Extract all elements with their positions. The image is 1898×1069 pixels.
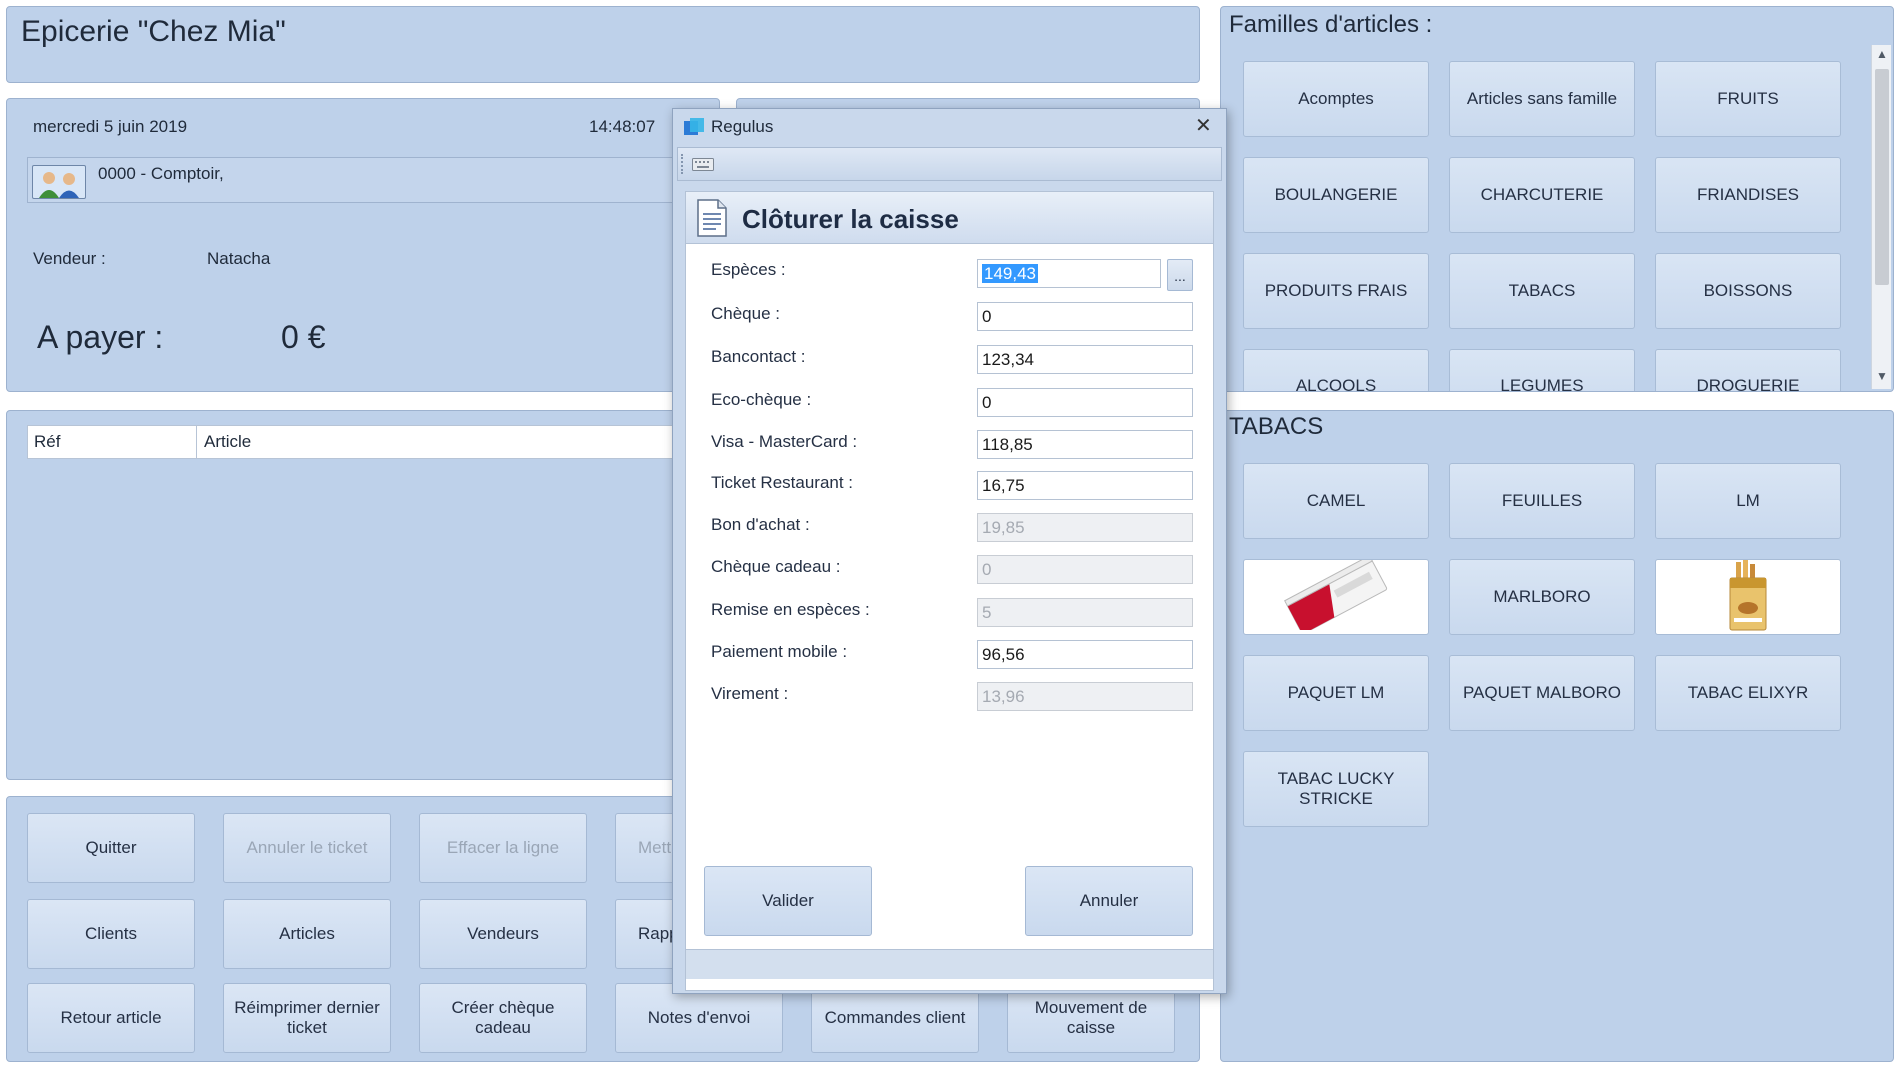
field-label-eco-cheque: Eco-chèque : xyxy=(711,390,812,409)
product-paquet-malboro[interactable]: PAQUET MALBORO xyxy=(1449,655,1635,731)
column-ref[interactable]: Réf xyxy=(34,432,60,452)
product-tabac-elixyr[interactable]: TABAC ELIXYR xyxy=(1655,655,1841,731)
creer-cheque-button[interactable]: Créer chèque cadeau xyxy=(419,983,587,1053)
family-charcuterie[interactable]: CHARCUTERIE xyxy=(1449,157,1635,233)
annuler-ticket-button[interactable]: Annuler le ticket xyxy=(223,813,391,883)
annuler-button[interactable]: Annuler xyxy=(1025,866,1193,936)
family-boissons[interactable]: BOISSONS xyxy=(1655,253,1841,329)
store-title: Epicerie "Chez Mia" xyxy=(21,15,286,48)
field-label-especes: Espèces : xyxy=(711,260,786,279)
scroll-thumb[interactable] xyxy=(1875,69,1889,285)
field-label-cheque: Chèque : xyxy=(711,304,780,323)
eco-cheque-input[interactable]: 0 xyxy=(977,388,1193,417)
families-panel: Familles d'articles : Acomptes Articles … xyxy=(1220,6,1894,392)
dialog-window-title: Regulus xyxy=(711,117,774,136)
family-articles-sans-famille[interactable]: Articles sans famille xyxy=(1449,61,1635,137)
family-alcools[interactable]: ALCOOLS xyxy=(1243,349,1429,391)
field-label-ticket-restaurant: Ticket Restaurant : xyxy=(711,473,854,492)
marlboro-pack-icon xyxy=(1276,560,1396,634)
keyboard-icon[interactable] xyxy=(692,156,714,172)
family-tabacs[interactable]: TABACS xyxy=(1449,253,1635,329)
seller-label: Vendeur : xyxy=(33,249,106,268)
remise-especes-input: 5 xyxy=(977,598,1193,627)
field-label-virement: Virement : xyxy=(711,684,789,703)
quitter-button[interactable]: Quitter xyxy=(27,813,195,883)
product-feuilles[interactable]: FEUILLES xyxy=(1449,463,1635,539)
effacer-ligne-button[interactable]: Effacer la ligne xyxy=(419,813,587,883)
products-panel: TABACS CAMEL FEUILLES LM MARLBORO PAQUET… xyxy=(1220,410,1894,1062)
product-marlboro[interactable]: MARLBORO xyxy=(1449,559,1635,635)
family-acomptes[interactable]: Acomptes xyxy=(1243,61,1429,137)
bon-achat-input: 19,85 xyxy=(977,513,1193,542)
product-camel-image[interactable] xyxy=(1655,559,1841,635)
especes-value: 149,43 xyxy=(982,264,1038,283)
family-friandises[interactable]: FRIANDISES xyxy=(1655,157,1841,233)
field-label-visa-mastercard: Visa - MasterCard : xyxy=(711,432,858,451)
vendeurs-button[interactable]: Vendeurs xyxy=(419,899,587,969)
seller-name: Natacha xyxy=(207,249,271,268)
family-boulangerie[interactable]: BOULANGERIE xyxy=(1243,157,1429,233)
cheque-input[interactable]: 0 xyxy=(977,302,1193,331)
close-register-dialog: Regulus ✕ Clôturer la caisse xyxy=(672,108,1227,994)
visa-mastercard-input[interactable]: 118,85 xyxy=(977,430,1193,459)
especes-input[interactable]: 149,43 xyxy=(977,259,1161,288)
cheque-cadeau-input: 0 xyxy=(977,555,1193,584)
articles-button[interactable]: Articles xyxy=(223,899,391,969)
session-time: 14:48:07 xyxy=(589,117,656,136)
close-icon[interactable]: ✕ xyxy=(1195,113,1212,138)
document-icon xyxy=(696,198,728,238)
camel-pack-icon xyxy=(1718,560,1778,634)
product-lm[interactable]: LM xyxy=(1655,463,1841,539)
product-tabac-lucky-stricke[interactable]: TABAC LUCKY STRICKE xyxy=(1243,751,1429,827)
families-grid: Acomptes Articles sans famille FRUITS BO… xyxy=(1221,7,1871,391)
ticket-restaurant-input[interactable]: 16,75 xyxy=(977,471,1193,500)
paiement-mobile-input[interactable]: 96,56 xyxy=(977,640,1193,669)
bancontact-input[interactable]: 123,34 xyxy=(977,345,1193,374)
virement-input: 13,96 xyxy=(977,682,1193,711)
products-title: TABACS xyxy=(1229,413,1324,440)
field-label-bancontact: Bancontact : xyxy=(711,347,806,366)
retour-article-button[interactable]: Retour article xyxy=(27,983,195,1053)
store-title-panel: Epicerie "Chez Mia" xyxy=(6,6,1200,83)
amount-label: A payer : xyxy=(37,319,164,355)
toolbar-grip[interactable] xyxy=(681,154,684,174)
family-produits-frais[interactable]: PRODUITS FRAIS xyxy=(1243,253,1429,329)
session-date: mercredi 5 juin 2019 xyxy=(33,117,188,136)
dialog-header: Clôturer la caisse xyxy=(686,192,1213,244)
scroll-down-arrow-icon[interactable]: ▼ xyxy=(1872,369,1892,387)
scroll-up-arrow-icon[interactable]: ▲ xyxy=(1872,47,1892,65)
family-droguerie[interactable]: DROGUERIE xyxy=(1655,349,1841,391)
family-legumes[interactable]: LEGUMES xyxy=(1449,349,1635,391)
field-label-cheque-cadeau: Chèque cadeau : xyxy=(711,557,841,576)
dialog-titlebar[interactable]: Regulus ✕ xyxy=(673,109,1226,145)
field-label-remise-especes: Remise en espèces : xyxy=(711,600,870,619)
app-icon xyxy=(683,117,705,137)
dialog-heading: Clôturer la caisse xyxy=(742,204,959,234)
clients-button[interactable]: Clients xyxy=(27,899,195,969)
dialog-status-strip xyxy=(686,949,1213,979)
family-fruits[interactable]: FRUITS xyxy=(1655,61,1841,137)
column-article[interactable]: Article xyxy=(204,432,251,452)
product-marlboro-image[interactable] xyxy=(1243,559,1429,635)
especes-more-button[interactable]: ... xyxy=(1167,259,1193,291)
dialog-toolbar xyxy=(677,147,1222,181)
reimprimer-button[interactable]: Réimprimer dernier ticket xyxy=(223,983,391,1053)
product-camel[interactable]: CAMEL xyxy=(1243,463,1429,539)
amount-value: 0 € xyxy=(281,319,326,355)
customers-icon xyxy=(32,165,86,199)
session-panel: mercredi 5 juin 2019 14:48:07 0000 - Com… xyxy=(6,98,720,392)
customer-box[interactable]: 0000 - Comptoir, xyxy=(27,157,717,203)
customer-name: 0000 - Comptoir, xyxy=(98,164,224,183)
field-label-paiement-mobile: Paiement mobile : xyxy=(711,642,848,661)
product-paquet-lm[interactable]: PAQUET LM xyxy=(1243,655,1429,731)
families-scrollbar[interactable]: ▲ ▼ xyxy=(1871,45,1891,389)
field-label-bon-achat: Bon d'achat : xyxy=(711,515,810,534)
valider-button[interactable]: Valider xyxy=(704,866,872,936)
